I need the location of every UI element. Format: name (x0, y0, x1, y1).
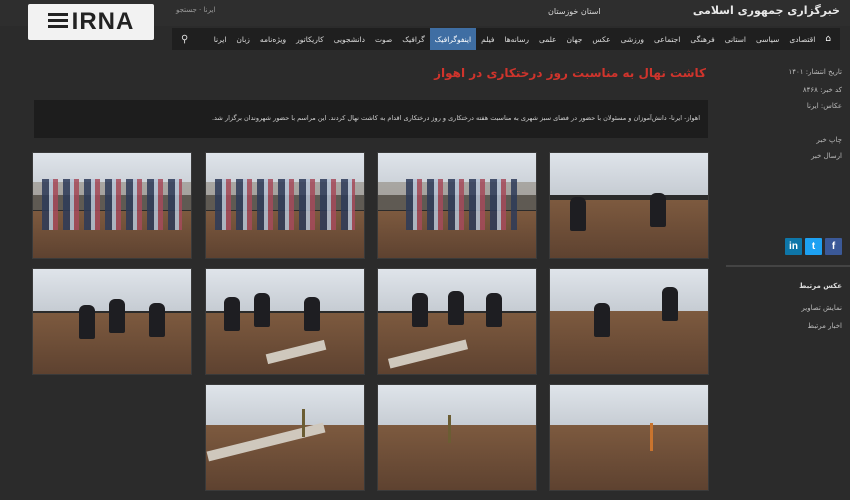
logo-bars-icon (47, 13, 68, 31)
sidebar-link-0[interactable]: تاریخ انتشار: ۱۴۰۱ (788, 68, 842, 76)
logo-text: IRNA (71, 8, 135, 35)
gallery-photo-3[interactable] (205, 152, 365, 259)
gallery-photo-1[interactable] (549, 152, 709, 259)
nav-item-17[interactable]: زبان (231, 28, 255, 50)
nav-item-4[interactable]: اجتماعی (649, 28, 685, 50)
sidebar-divider (726, 265, 850, 267)
linkedin-icon[interactable]: in (785, 238, 802, 255)
gallery-photo-5[interactable] (549, 268, 709, 375)
nav-item-10[interactable]: فیلم (476, 28, 499, 50)
nav-item-7[interactable]: جهان (562, 28, 588, 50)
sidebar-link-3[interactable]: چاپ خبر (816, 136, 842, 144)
gallery-photo-11[interactable] (205, 384, 365, 491)
nav-item-12[interactable]: گرافیک (397, 28, 429, 50)
nav-item-1[interactable]: سیاسی (751, 28, 784, 50)
nav-item-18[interactable]: ایرنا (209, 28, 232, 50)
gallery-photo-8[interactable] (32, 268, 192, 375)
article-caption: اهواز- ایرنا- دانش‌آموزان و مسئولان با ح… (211, 114, 700, 122)
related-section-title: عکس مرتبط (799, 282, 842, 290)
twitter-icon[interactable]: t (805, 238, 822, 255)
nav-item-5[interactable]: ورزشی (616, 28, 649, 50)
social-share: in t f (785, 238, 842, 255)
gallery-photo-2[interactable] (377, 152, 537, 259)
nav-item-0[interactable]: اقتصادی (784, 28, 820, 50)
sidebar-link-4[interactable]: ارسال خبر (811, 152, 842, 160)
nav-item-16[interactable]: ویژه‌نامه (255, 28, 291, 50)
nav-item-8[interactable]: علمی (534, 28, 562, 50)
gallery-photo-7[interactable] (205, 268, 365, 375)
right-sidebar: تاریخ انتشار: ۱۴۰۱ کد خبر: ۸۴۶۸ عکاس: ای… (722, 60, 850, 500)
region-label[interactable]: استان خوزستان (548, 7, 601, 16)
main-nav: ⌂ اقتصادی سیاسی استانی فرهنگی اجتماعی ور… (172, 28, 840, 50)
search-icon[interactable]: ⚲ (176, 28, 193, 50)
top-small-links[interactable]: ایرنا · جستجو (176, 6, 215, 14)
caption-box: اهواز- ایرنا- دانش‌آموزان و مسئولان با ح… (34, 100, 708, 138)
nav-item-11[interactable]: اینفوگرافیک (429, 28, 477, 50)
related-link-1[interactable]: اخبار مرتبط (808, 322, 842, 330)
facebook-icon[interactable]: f (825, 238, 842, 255)
nav-item-2[interactable]: استانی (720, 28, 751, 50)
gallery-photo-6[interactable] (377, 268, 537, 375)
article-headline[interactable]: کاشت نهال به مناسبت روز درختکاری در اهوا… (350, 66, 706, 80)
sidebar-link-1[interactable]: کد خبر: ۸۴۶۸ (803, 86, 842, 94)
nav-item-13[interactable]: صوت (370, 28, 397, 50)
nav-item-15[interactable]: کاریکاتور (291, 28, 329, 50)
related-link-0[interactable]: نمایش تصاویر (801, 304, 842, 312)
home-icon[interactable]: ⌂ (820, 28, 836, 50)
gallery-photo-10[interactable] (377, 384, 537, 491)
nav-item-3[interactable]: فرهنگی (685, 28, 719, 50)
sidebar-link-2[interactable]: عکاس: ایرنا (807, 102, 842, 110)
nav-item-9[interactable]: رسانه‌ها (499, 28, 534, 50)
site-title[interactable]: خبرگزاری جمهوری اسلامی (693, 4, 840, 17)
gallery-photo-4[interactable] (32, 152, 192, 259)
irna-logo[interactable]: IRNA (28, 4, 154, 40)
nav-item-6[interactable]: عکس (587, 28, 615, 50)
nav-item-14[interactable]: دانشجویی (329, 28, 370, 50)
gallery-photo-9[interactable] (549, 384, 709, 491)
